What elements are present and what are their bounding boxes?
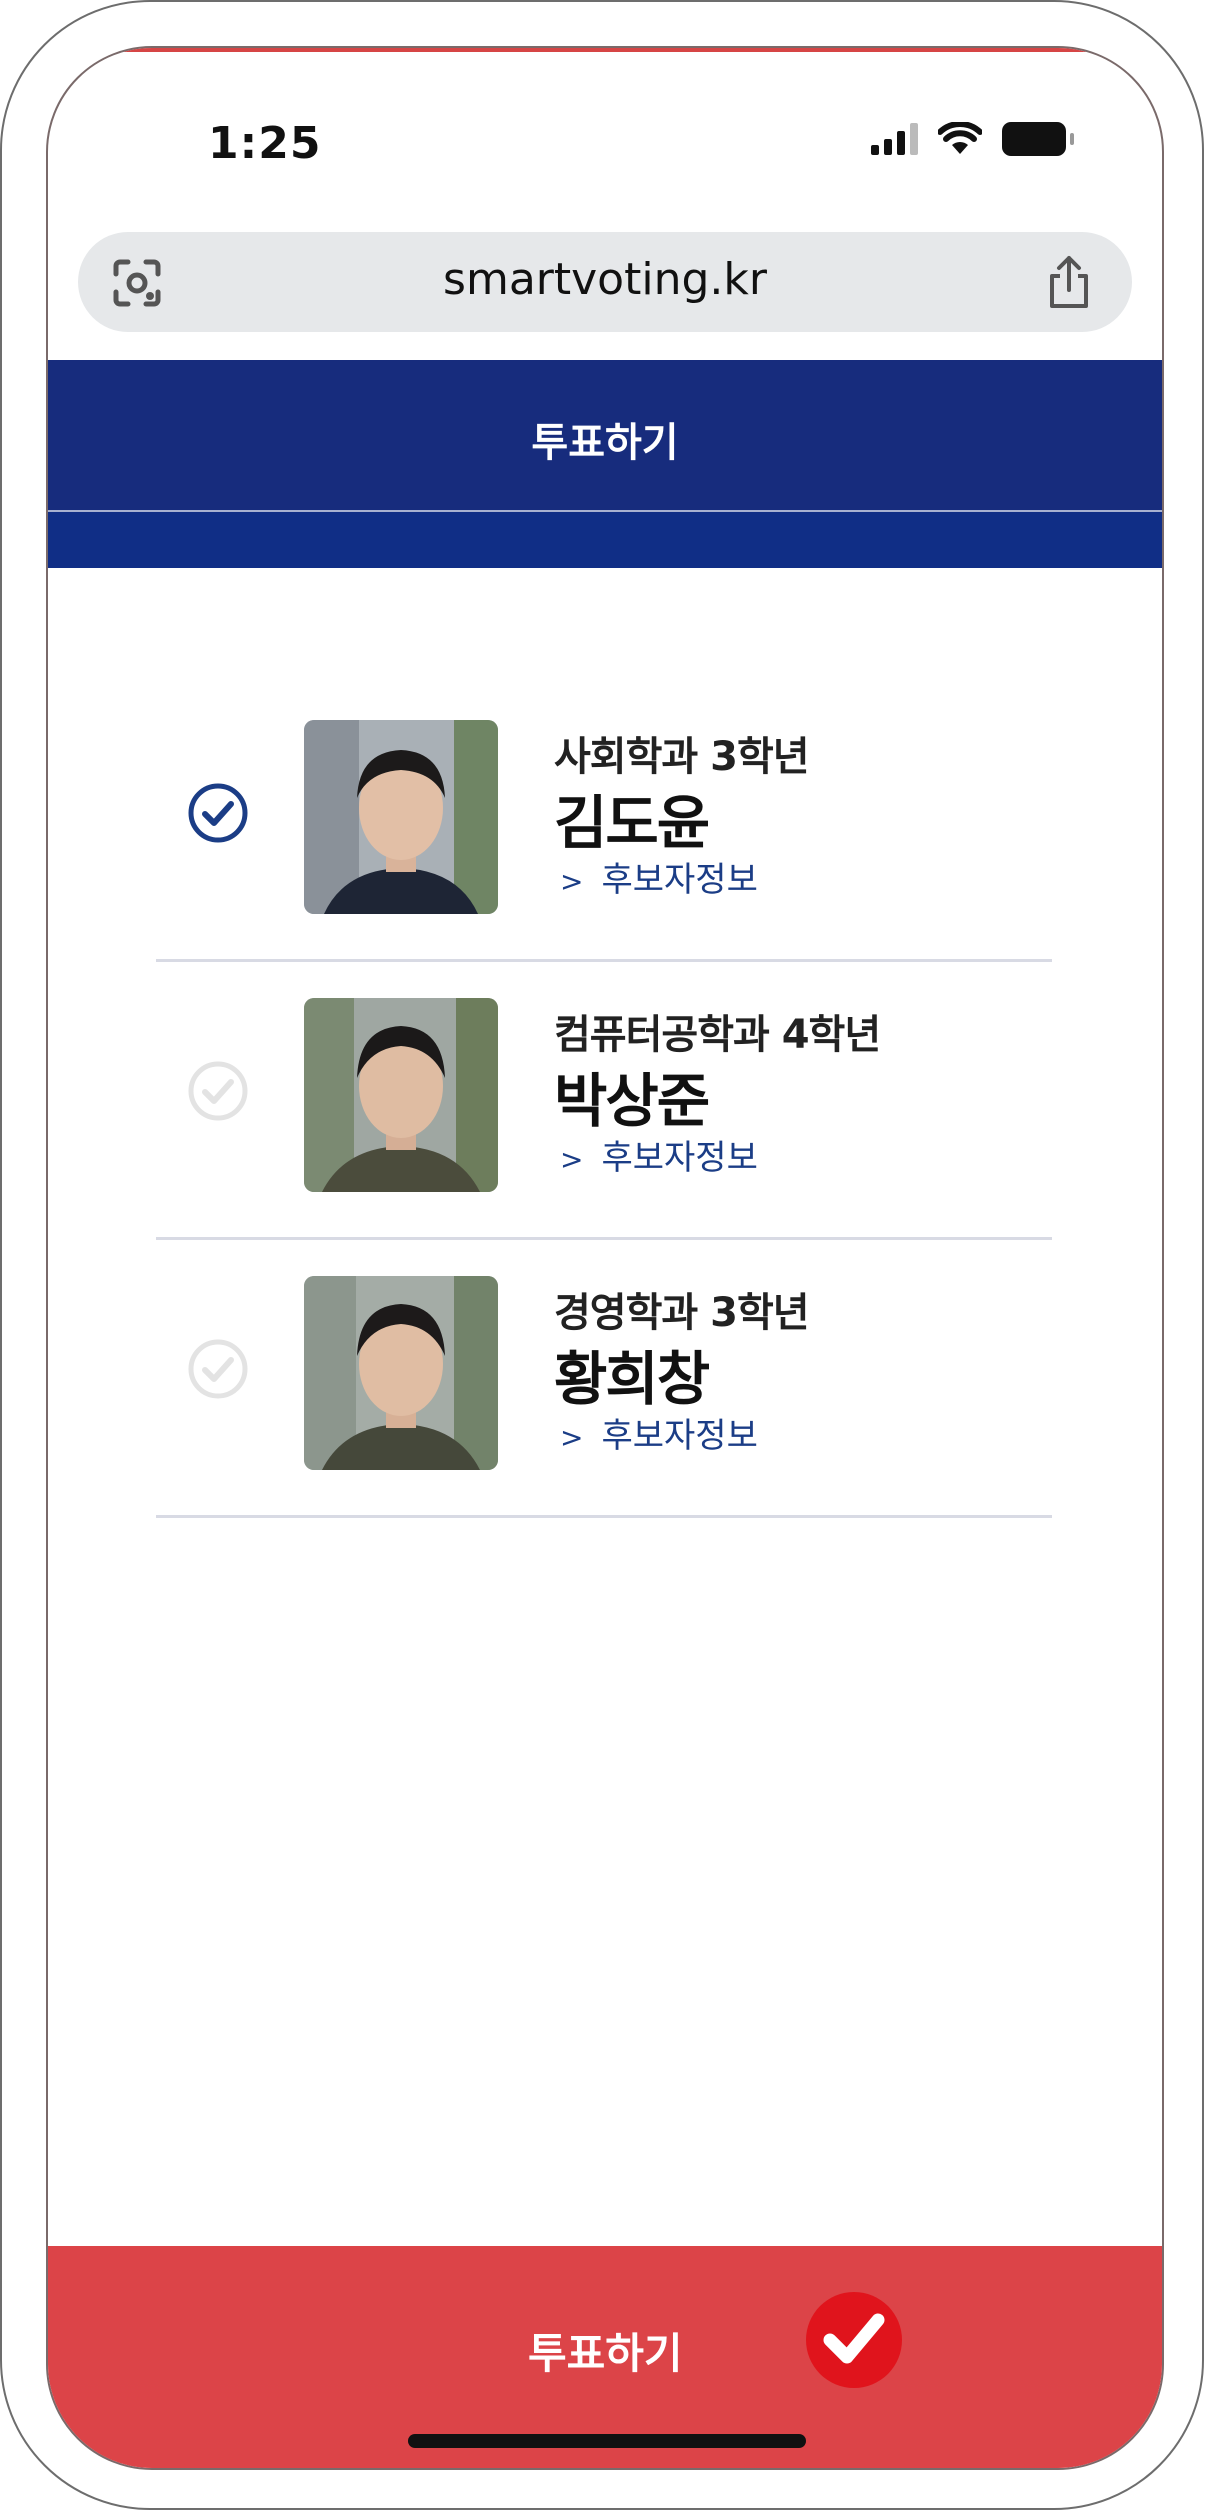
- browser-address-bar[interactable]: smartvoting.kr: [78, 232, 1132, 332]
- row-divider: [156, 1515, 1052, 1518]
- candidate-info-link[interactable]: > 후보자정보: [560, 852, 758, 901]
- selected-check-icon[interactable]: [186, 781, 250, 845]
- candidate-info-link[interactable]: > 후보자정보: [560, 1408, 758, 1457]
- url-text[interactable]: smartvoting.kr: [78, 254, 1132, 305]
- unselected-check-icon[interactable]: [186, 1059, 250, 1123]
- battery-icon: [1002, 122, 1074, 156]
- candidate-name: 박상준: [554, 1067, 710, 1135]
- check-badge-icon[interactable]: [804, 2290, 904, 2390]
- candidate-department: 컴퓨터공학과 4학년: [554, 1012, 881, 1058]
- chevron-right-icon: >: [560, 1143, 584, 1176]
- candidate-name: 김도윤: [554, 789, 710, 857]
- phone-screen: 1:25 smartvoting.kr 투표하기 사회학과 3학년 김도윤 > …: [46, 46, 1164, 2470]
- chevron-right-icon: >: [560, 865, 584, 898]
- candidate-info-label[interactable]: 후보자정보: [601, 1416, 757, 1456]
- candidate-department: 사회학과 3학년: [554, 734, 810, 780]
- chevron-right-icon: >: [560, 1421, 584, 1454]
- cellular-signal-icon: [871, 123, 918, 155]
- unselected-check-icon[interactable]: [186, 1337, 250, 1401]
- candidate-row[interactable]: 컴퓨터공학과 4학년 박상준 > 후보자정보: [156, 962, 1052, 1240]
- status-time: 1:25: [208, 118, 322, 169]
- screen-top-line: [48, 48, 1162, 52]
- candidate-row[interactable]: 경영학과 3학년 황희창 > 후보자정보: [156, 1240, 1052, 1518]
- wifi-icon: [938, 122, 982, 154]
- candidate-department: 경영학과 3학년: [554, 1290, 810, 1336]
- home-indicator[interactable]: [408, 2434, 806, 2448]
- page-title: 투표하기: [531, 420, 679, 466]
- vote-button-label[interactable]: 투표하기: [528, 2320, 683, 2381]
- candidate-row[interactable]: 사회학과 3학년 김도윤 > 후보자정보: [156, 684, 1052, 962]
- status-icons: [871, 122, 1074, 156]
- share-icon[interactable]: [1042, 254, 1096, 310]
- candidate-photo: [304, 720, 498, 914]
- candidate-info-label[interactable]: 후보자정보: [601, 1138, 757, 1178]
- candidate-info-label[interactable]: 후보자정보: [601, 860, 757, 900]
- candidate-info-link[interactable]: > 후보자정보: [560, 1130, 758, 1179]
- candidate-name: 황희창: [554, 1345, 710, 1413]
- candidate-photo: [304, 998, 498, 1192]
- page-header: 투표하기: [48, 360, 1162, 510]
- sub-header-bar: [48, 512, 1162, 568]
- phone-frame: 1:25 smartvoting.kr 투표하기 사회학과 3학년 김도윤 > …: [0, 0, 1204, 2510]
- candidate-photo: [304, 1276, 498, 1470]
